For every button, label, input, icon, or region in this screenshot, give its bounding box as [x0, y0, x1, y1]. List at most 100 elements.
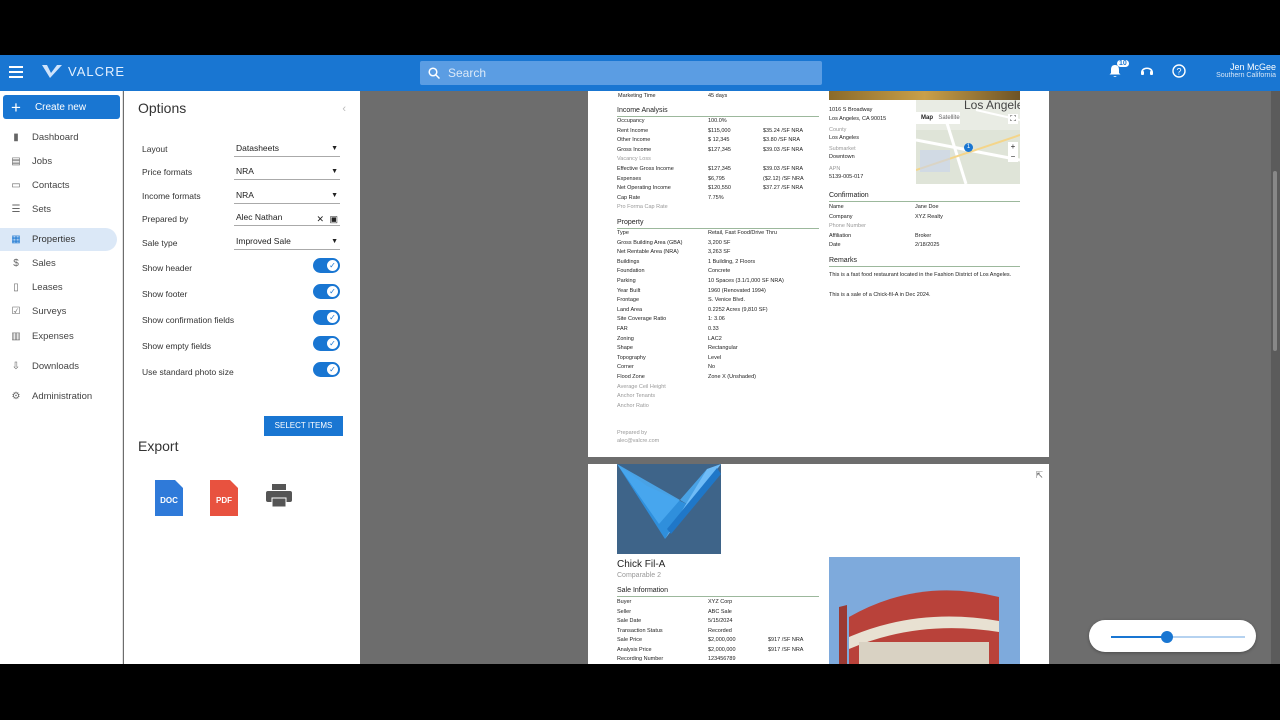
list-icon: ☰	[11, 204, 21, 215]
help-icon[interactable]: ?	[1172, 64, 1190, 82]
property-row-value: 1 Building, 2 Floors	[708, 258, 756, 265]
sidebar-item-label: Leases	[32, 282, 63, 293]
income-row-label: Net Operating Income	[617, 185, 671, 192]
show-footer-toggle[interactable]: ✓	[313, 284, 340, 299]
contact-picker-icon[interactable]: ▣	[329, 214, 338, 225]
property-title: Property	[617, 219, 644, 226]
show-confirmation-label: Show confirmation fields	[142, 315, 235, 325]
building-icon: ▦	[11, 234, 21, 245]
support-headset-icon[interactable]	[1140, 64, 1158, 82]
standard-photo-label: Use standard photo size	[142, 367, 234, 377]
sidebar-item-label: Jobs	[32, 156, 53, 167]
show-confirmation-toggle[interactable]: ✓	[313, 310, 340, 325]
sidebar-item-label: Contacts	[32, 180, 70, 191]
chevron-left-icon[interactable]: ‹	[342, 103, 346, 115]
check-icon: ✓	[326, 311, 339, 324]
show-header-toggle[interactable]: ✓	[313, 258, 340, 273]
zoom-controls[interactable]: + −	[1008, 142, 1018, 162]
map-tab[interactable]: Map	[916, 112, 938, 124]
sidebar-item-contacts[interactable]: ▭ Contacts	[0, 174, 117, 197]
sidebar-item-surveys[interactable]: ☑ Surveys	[0, 300, 117, 323]
layout-select[interactable]: Datasheets ▼	[234, 143, 340, 157]
export-pdf-button[interactable]: PDF	[210, 480, 238, 516]
prepared-by-label: Prepared by	[142, 214, 189, 224]
sidebar-item-dashboard[interactable]: ▮ Dashboard	[0, 126, 117, 149]
property-row-value: Rectangular	[708, 345, 738, 352]
property-row-label: Anchor Ratio	[617, 402, 649, 409]
comparable-title: Chick Fil-A	[617, 559, 666, 570]
select-items-button[interactable]: SELECT ITEMS	[264, 416, 343, 436]
property-row-value: 1: 3.06	[708, 316, 725, 323]
confirmation-row-label: Company	[829, 213, 853, 220]
remarks-text-1: This is a fast food restaurant located i…	[829, 272, 1012, 278]
confirmation-row-label: Phone Number	[829, 223, 866, 230]
zoom-thumb[interactable]	[1161, 631, 1174, 643]
gear-icon: ⚙	[11, 391, 21, 402]
checklist-icon: ☑	[11, 306, 21, 317]
show-empty-fields-toggle[interactable]: ✓	[313, 336, 340, 351]
income-row-per-sf: $3.80 /SF NRA	[763, 137, 800, 144]
sidebar-item-sets[interactable]: ☰ Sets	[0, 198, 117, 221]
income-formats-value: NRA	[236, 190, 254, 200]
marketing-time-value: 45 days	[708, 93, 728, 99]
sale-type-select[interactable]: Improved Sale ▼	[234, 236, 340, 250]
show-empty-fields-label: Show empty fields	[142, 341, 211, 351]
income-formats-select[interactable]: NRA ▼	[234, 190, 340, 204]
building-photo-icon	[829, 557, 1020, 664]
contact-card-icon: ▭	[11, 180, 21, 191]
search-input[interactable]	[448, 66, 788, 80]
income-row-value: 100.0%	[708, 118, 727, 124]
property-row-label: Buildings	[617, 258, 640, 265]
sale-row-label: Transaction Status	[617, 627, 663, 634]
sale-row-label: Sale Price	[617, 637, 643, 643]
property-row-label: Foundation	[617, 268, 645, 275]
income-row-value: $127,345	[708, 166, 731, 172]
property-row-label: Parking	[617, 278, 636, 284]
map-city-label: Los Angeles	[964, 100, 1020, 112]
fullscreen-icon[interactable]: ⛶	[1008, 114, 1018, 124]
price-formats-select[interactable]: NRA ▼	[234, 166, 340, 180]
search-bar[interactable]	[420, 61, 822, 85]
sale-type-label: Sale type	[142, 238, 178, 248]
scrollbar-thumb[interactable]	[1273, 171, 1277, 351]
print-icon[interactable]	[265, 484, 293, 513]
export-title: Export	[138, 438, 179, 454]
check-icon: ✓	[326, 259, 339, 272]
sidebar-item-downloads[interactable]: ⇩ Downloads	[0, 355, 117, 378]
income-row-label: Other Income	[617, 137, 651, 144]
comparable-subtitle: Comparable 2	[617, 572, 661, 579]
location-map[interactable]: Los Angeles Map Satellite 1 ⛶ +−	[916, 100, 1020, 184]
standard-photo-toggle[interactable]: ✓	[313, 362, 340, 377]
sidebar-item-properties[interactable]: ▦ Properties	[0, 228, 117, 251]
create-new-button[interactable]: + Create new	[3, 95, 120, 119]
hamburger-menu-icon[interactable]	[9, 66, 23, 78]
user-menu[interactable]: Jen McGee Southern California	[1216, 62, 1276, 79]
notifications-bell-icon[interactable]: 10	[1108, 60, 1129, 82]
zoom-track[interactable]	[1111, 631, 1245, 643]
property-row-value: LAC2	[708, 335, 722, 342]
property-row-value: Level	[708, 354, 722, 361]
satellite-tab[interactable]: Satellite	[938, 112, 960, 124]
app-logo[interactable]: VALCRE	[42, 64, 125, 79]
map-marker-icon[interactable]: 1	[964, 143, 973, 152]
prepared-by-field[interactable]: Alec Nathan ✕ ▣	[234, 212, 340, 226]
sidebar-item-leases[interactable]: ▯ Leases	[0, 276, 117, 299]
sidebar-item-jobs[interactable]: ▤ Jobs	[0, 150, 117, 173]
confirmation-row-label: Affiliation	[829, 232, 852, 239]
apn-label: APN	[829, 166, 841, 172]
sidebar-item-expenses[interactable]: ▥ Expenses	[0, 325, 117, 348]
sidebar-item-sales[interactable]: $ Sales	[0, 252, 117, 275]
zoom-slider[interactable]	[1089, 620, 1256, 652]
valcre-logo-icon	[42, 64, 62, 78]
income-row-per-sf: ($2.12) /SF NRA	[763, 175, 804, 182]
prepared-by-value: Alec Nathan	[236, 212, 283, 222]
confirmation-title: Confirmation	[829, 192, 869, 199]
sale-row-label: Buyer	[617, 599, 632, 605]
preview-scrollbar[interactable]	[1271, 91, 1280, 664]
open-external-icon[interactable]: ⇱	[1035, 470, 1043, 481]
income-row-label: Expenses	[617, 175, 642, 182]
income-row-value: 7.75%	[708, 194, 724, 201]
clear-icon[interactable]: ✕	[316, 214, 324, 225]
sidebar-item-administration[interactable]: ⚙ Administration	[0, 385, 117, 408]
export-doc-button[interactable]: DOC	[155, 480, 183, 516]
